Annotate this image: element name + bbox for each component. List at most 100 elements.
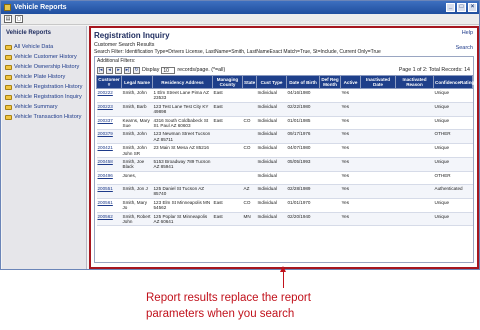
column-header[interactable]: Residency Address [152, 75, 213, 89]
column-header[interactable]: Inactivated Date [360, 75, 396, 89]
refresh-icon[interactable]: ↻ [133, 66, 140, 74]
table-cell: OTHER [433, 171, 473, 185]
table-cell [242, 129, 257, 145]
table-cell [319, 143, 341, 159]
sidebar-item-transaction-history[interactable]: Vehicle Transaction History [2, 112, 86, 122]
sidebar-heading: Vehicle Reports [6, 30, 52, 36]
sidebar-item-label: Vehicle Registration History [14, 84, 83, 90]
table-cell [395, 184, 434, 199]
sidebar-item-registration-inquiry[interactable]: Vehicle Registration Inquiry [2, 92, 86, 102]
table-cell: Individual [256, 129, 287, 145]
customer-number-link[interactable]: 200421 [96, 143, 122, 159]
customer-number-link[interactable]: 200562 [96, 212, 122, 227]
table-cell [395, 88, 434, 103]
customer-number-link[interactable]: 200223 [96, 102, 122, 117]
table-cell: Individual [256, 143, 287, 159]
table-row[interactable]: 200561 Smith, Mary Jo 123 Elm St Minneapol… [96, 198, 473, 213]
table-row[interactable]: 200458 Smith, Joe Black 5153 Broadway 789 … [96, 157, 473, 172]
table-cell: 01/01/1985 [286, 116, 320, 131]
customer-number-link[interactable]: 200379 [96, 129, 122, 145]
table-cell [242, 157, 257, 172]
column-header[interactable]: Inactivated Reason [395, 75, 434, 89]
table-cell: Yes [340, 212, 361, 227]
last-page-icon[interactable]: ▸| [124, 66, 131, 74]
column-header[interactable]: ConfidenceRating [433, 75, 474, 89]
preview-icon[interactable]: ▢ [15, 15, 23, 23]
additional-filters-label[interactable]: Additional Filters: [95, 57, 473, 65]
column-header[interactable]: Date of Birth [286, 75, 320, 89]
sidebar-item-label: Vehicle Summary [14, 104, 58, 110]
table-cell [319, 116, 341, 131]
table-cell [212, 143, 243, 159]
folder-icon [5, 64, 12, 70]
table-row[interactable]: 200337 Kearns, Mary Sue 4316 South Coldbab… [96, 116, 473, 131]
table-cell: Unique [433, 143, 473, 159]
sidebar-item-registration-history[interactable]: Vehicle Registration History [2, 82, 86, 92]
sidebar-item-label: Vehicle Transaction History [14, 114, 82, 120]
table-cell: 125 Daniel St Tucson AZ 85740 [152, 184, 213, 199]
table-cell: Individual [256, 102, 287, 117]
column-header[interactable]: Def Reg Month [319, 75, 341, 89]
table-cell [395, 157, 434, 172]
first-page-icon[interactable]: |◂ [97, 66, 104, 74]
customer-number-link[interactable]: 200458 [96, 157, 122, 172]
column-header[interactable]: Managing County [212, 75, 243, 89]
prev-page-icon[interactable]: ◂ [106, 66, 113, 74]
table-cell: 02/28/1989 [286, 184, 320, 199]
table-cell: 123 Test Lane Test City KY 49898 [152, 102, 213, 117]
sidebar-item-label: Vehicle Ownership History [14, 64, 80, 70]
column-header[interactable]: Active [340, 75, 361, 89]
table-cell: Smith, John John SR [121, 143, 153, 159]
table-cell [395, 171, 434, 185]
folder-icon [5, 94, 12, 100]
table-row[interactable]: 200222 Smith, John 1 Elm Street Lane Pima … [96, 88, 473, 103]
folder-icon [5, 44, 12, 50]
table-cell: Individual [256, 198, 287, 213]
table-cell: Individual [256, 157, 287, 172]
table-row[interactable]: 200496 Jones, Individual Yes OTHER [96, 171, 473, 185]
customer-number-link[interactable]: 200337 [96, 116, 122, 131]
table-row[interactable]: 200421 Smith, John John SR 23 Main St Mesa… [96, 143, 473, 159]
help-link[interactable]: Help [462, 30, 473, 36]
results-subtitle: Customer Search Results [94, 42, 155, 48]
sidebar-item-label: Vehicle Customer History [14, 54, 77, 60]
table-cell [212, 171, 243, 185]
column-header[interactable]: Customer # [96, 75, 122, 89]
page-size-input[interactable]: 10 [161, 66, 176, 74]
next-page-icon[interactable]: ▸ [115, 66, 122, 74]
table-cell: Yes [340, 171, 361, 185]
minimize-icon[interactable]: _ [446, 3, 455, 12]
table-cell: Yes [340, 143, 361, 159]
table-row[interactable]: 200223 Smith, Barb 123 Test Lane Test City… [96, 102, 473, 117]
column-header[interactable]: Cust Type [256, 75, 287, 89]
table-cell: CO [242, 198, 257, 213]
sidebar-item-ownership-history[interactable]: Vehicle Ownership History [2, 62, 86, 72]
close-icon[interactable]: × [468, 3, 477, 12]
customer-number-link[interactable]: 200496 [96, 171, 122, 185]
customer-number-link[interactable]: 200551 [96, 184, 122, 199]
print-icon[interactable]: ▤ [4, 15, 12, 23]
column-header[interactable]: Legal Name [121, 75, 153, 89]
customer-number-link[interactable]: 200222 [96, 88, 122, 103]
display-label: Display [142, 67, 160, 73]
search-link[interactable]: Search [456, 45, 473, 51]
table-row[interactable]: 200379 Smith, John 123 Newman Street Tucso… [96, 129, 473, 145]
sidebar-item-vehicle-summary[interactable]: Vehicle Summary [2, 102, 86, 112]
annotation-caption: Report results replace the report parame… [146, 290, 446, 322]
table-cell [395, 129, 434, 145]
sidebar-item-label: Vehicle Plate History [14, 74, 66, 80]
customer-number-link[interactable]: 200561 [96, 198, 122, 213]
column-header[interactable]: State [242, 75, 257, 89]
table-row[interactable]: 200551 Smith, Jon J 125 Daniel St Tucson A… [96, 184, 473, 199]
table-row[interactable]: 200562 Smith, Robert John 125 Poplar St Mi… [96, 212, 473, 227]
folder-icon [5, 104, 12, 110]
table-cell [242, 88, 257, 103]
maximize-icon[interactable]: □ [457, 3, 466, 12]
table-cell: Kearns, Mary Sue [121, 116, 153, 131]
sidebar-item-all-vehicle-data[interactable]: All Vehicle Data [2, 42, 86, 52]
table-cell: Individual [256, 171, 287, 185]
table-cell [360, 171, 396, 185]
table-cell: Unique [433, 116, 473, 131]
sidebar-item-plate-history[interactable]: Vehicle Plate History [2, 72, 86, 82]
sidebar-item-customer-history[interactable]: Vehicle Customer History [2, 52, 86, 62]
